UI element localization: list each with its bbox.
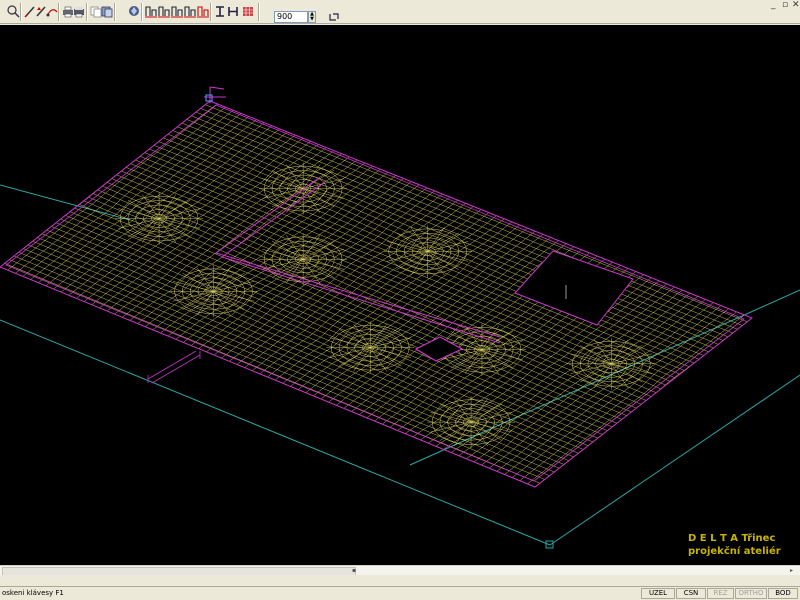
status-hint: oskeni klávesy F1 [2,589,64,597]
fem-mesh-drawing [0,86,800,549]
drawing-viewport[interactable]: D E L T A Třinec projekční ateliér [0,25,800,565]
brand-line-1: D E L T A Třinec [688,533,776,544]
main-toolbar: 900 ▲ ▼ _ ▫ ✕ [0,0,800,24]
zoom-spinner[interactable]: ▲ ▼ [308,11,316,23]
grid-icon[interactable] [241,4,255,19]
section-2-icon[interactable] [157,4,171,19]
beam-h-icon[interactable] [226,4,240,19]
redraw-icon[interactable] [327,11,341,23]
status-bar: oskeni klávesy F1 UZEL CSN REZ ORTHO BOD [0,586,800,600]
section-3-icon[interactable] [170,4,184,19]
scroll-grip-icon[interactable]: ▪ [352,566,356,575]
section-5-icon[interactable] [196,4,210,19]
snap-uzel[interactable]: UZEL [641,588,675,599]
snap-csn[interactable]: CSN [676,588,706,599]
scroll-right-icon[interactable]: ▸ [790,566,793,575]
snap-ortho[interactable]: ORTHO [735,588,767,599]
measure-icon[interactable] [45,4,59,19]
snap-bod[interactable]: BOD [768,588,798,599]
snap-rez[interactable]: REZ [707,588,734,599]
section-1-icon[interactable] [144,4,158,19]
layers-icon[interactable] [100,4,114,19]
zoom-icon[interactable] [6,4,20,19]
restore-icon[interactable]: ▫ [782,0,788,10]
close-icon[interactable]: ✕ [792,0,800,10]
minimize-icon[interactable]: _ [771,0,776,10]
print-preview-icon[interactable] [72,4,86,19]
beam-i-icon[interactable] [213,4,227,19]
brand-line-2: projekční ateliér [688,546,781,557]
horizontal-scrollbar[interactable]: ▪ ▸ [0,565,800,576]
zoom-input[interactable]: 900 [274,11,308,23]
render-icon[interactable] [127,4,141,19]
section-4-icon[interactable] [183,4,197,19]
